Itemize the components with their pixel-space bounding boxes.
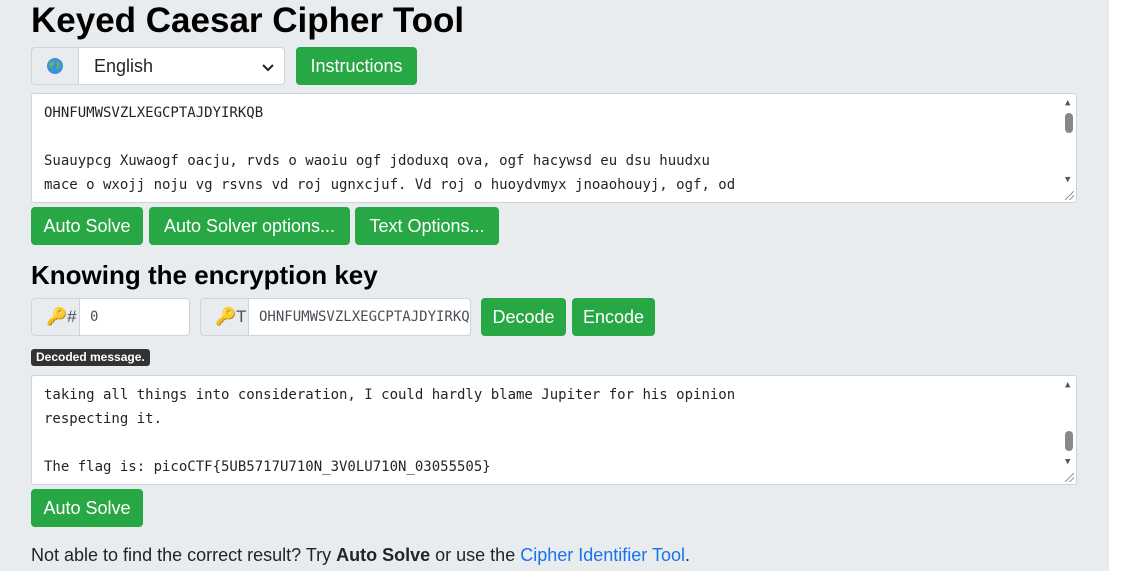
cipher-identifier-link[interactable]: Cipher Identifier Tool: [520, 545, 685, 565]
footer-prefix: Not able to find the correct result? Try: [31, 545, 337, 565]
decoded-line: respecting it.: [44, 411, 163, 427]
shift-input[interactable]: 0: [79, 298, 190, 336]
instructions-button[interactable]: Instructions: [296, 47, 417, 85]
alphabet-prefix: T: [236, 307, 247, 326]
shift-key-group: 🔑 # 0: [31, 298, 190, 336]
resize-grip-icon[interactable]: [1065, 191, 1074, 200]
language-selector-group: English: [31, 47, 285, 85]
decoded-line: taking all things into consideration, I …: [44, 387, 736, 403]
alphabet-input[interactable]: OHNFUMWSVZLXEGCPTAJDYIRKQB: [248, 298, 471, 336]
footer-suffix: .: [684, 545, 690, 565]
shift-addon: 🔑 #: [31, 298, 79, 336]
decoded-output[interactable]: • • • • • • • • • • • • • • • • • • • • …: [31, 375, 1077, 485]
decoded-tooltip: Decoded message.: [31, 349, 150, 366]
scroll-down-icon[interactable]: ▼: [1065, 457, 1070, 467]
auto-solve-button-2[interactable]: Auto Solve: [31, 489, 143, 527]
alphabet-key-group: 🔑 T OHNFUMWSVZLXEGCPTAJDYIRKQB: [200, 298, 471, 336]
auto-solver-options-button[interactable]: Auto Solver options...: [149, 207, 350, 245]
ciphertext-scrollbar[interactable]: ▲ ▼: [1062, 94, 1076, 202]
page-title: Keyed Caesar Cipher Tool: [31, 1, 465, 40]
footer-middle: or use the: [430, 545, 521, 565]
decoded-scrollbar[interactable]: ▲ ▼: [1062, 376, 1076, 484]
key-icon: 🔑: [46, 307, 68, 326]
ciphertext-input[interactable]: OHNFUMWSVZLXEGCPTAJDYIRKQB Suauypcg Xuwa…: [31, 93, 1077, 203]
decoded-partial-line: • • • • • • • • • • • • • • • • • • • • …: [44, 376, 784, 379]
page-content: Keyed Caesar Cipher Tool English Instruc…: [0, 0, 1109, 571]
auto-solve-button[interactable]: Auto Solve: [31, 207, 143, 245]
ciphertext-line: OHNFUMWSVZLXEGCPTAJDYIRKQB: [44, 105, 264, 121]
ciphertext-line: mace o wxojj noju vg rsvns vd roj ugnxcj…: [44, 177, 736, 193]
footer-text: Not able to find the correct result? Try…: [31, 543, 690, 567]
scroll-thumb[interactable]: [1065, 431, 1073, 451]
language-select[interactable]: English: [78, 47, 285, 85]
decoded-line: The flag is: picoCTF{5UB5717U710N_3V0LU7…: [44, 459, 491, 475]
ciphertext-line: Suauypcg Xuwaogf oacju, rvds o waoiu ogf…: [44, 153, 710, 169]
text-options-button[interactable]: Text Options...: [355, 207, 499, 245]
scroll-down-icon[interactable]: ▼: [1065, 175, 1070, 185]
resize-grip-icon[interactable]: [1065, 473, 1074, 482]
right-margin: [1109, 0, 1121, 571]
encode-button[interactable]: Encode: [572, 298, 655, 336]
language-select-value: English: [94, 55, 154, 76]
globe-icon: [31, 47, 78, 85]
scroll-up-icon[interactable]: ▲: [1065, 380, 1070, 390]
shift-prefix: #: [67, 307, 77, 326]
scroll-up-icon[interactable]: ▲: [1065, 98, 1070, 108]
key-icon: 🔑: [215, 307, 237, 326]
alphabet-addon: 🔑 T: [200, 298, 248, 336]
chevron-down-icon: [262, 56, 274, 77]
decode-button[interactable]: Decode: [481, 298, 566, 336]
section-title: Knowing the encryption key: [31, 260, 378, 290]
footer-bold: Auto Solve: [336, 545, 431, 565]
scroll-thumb[interactable]: [1065, 113, 1073, 133]
